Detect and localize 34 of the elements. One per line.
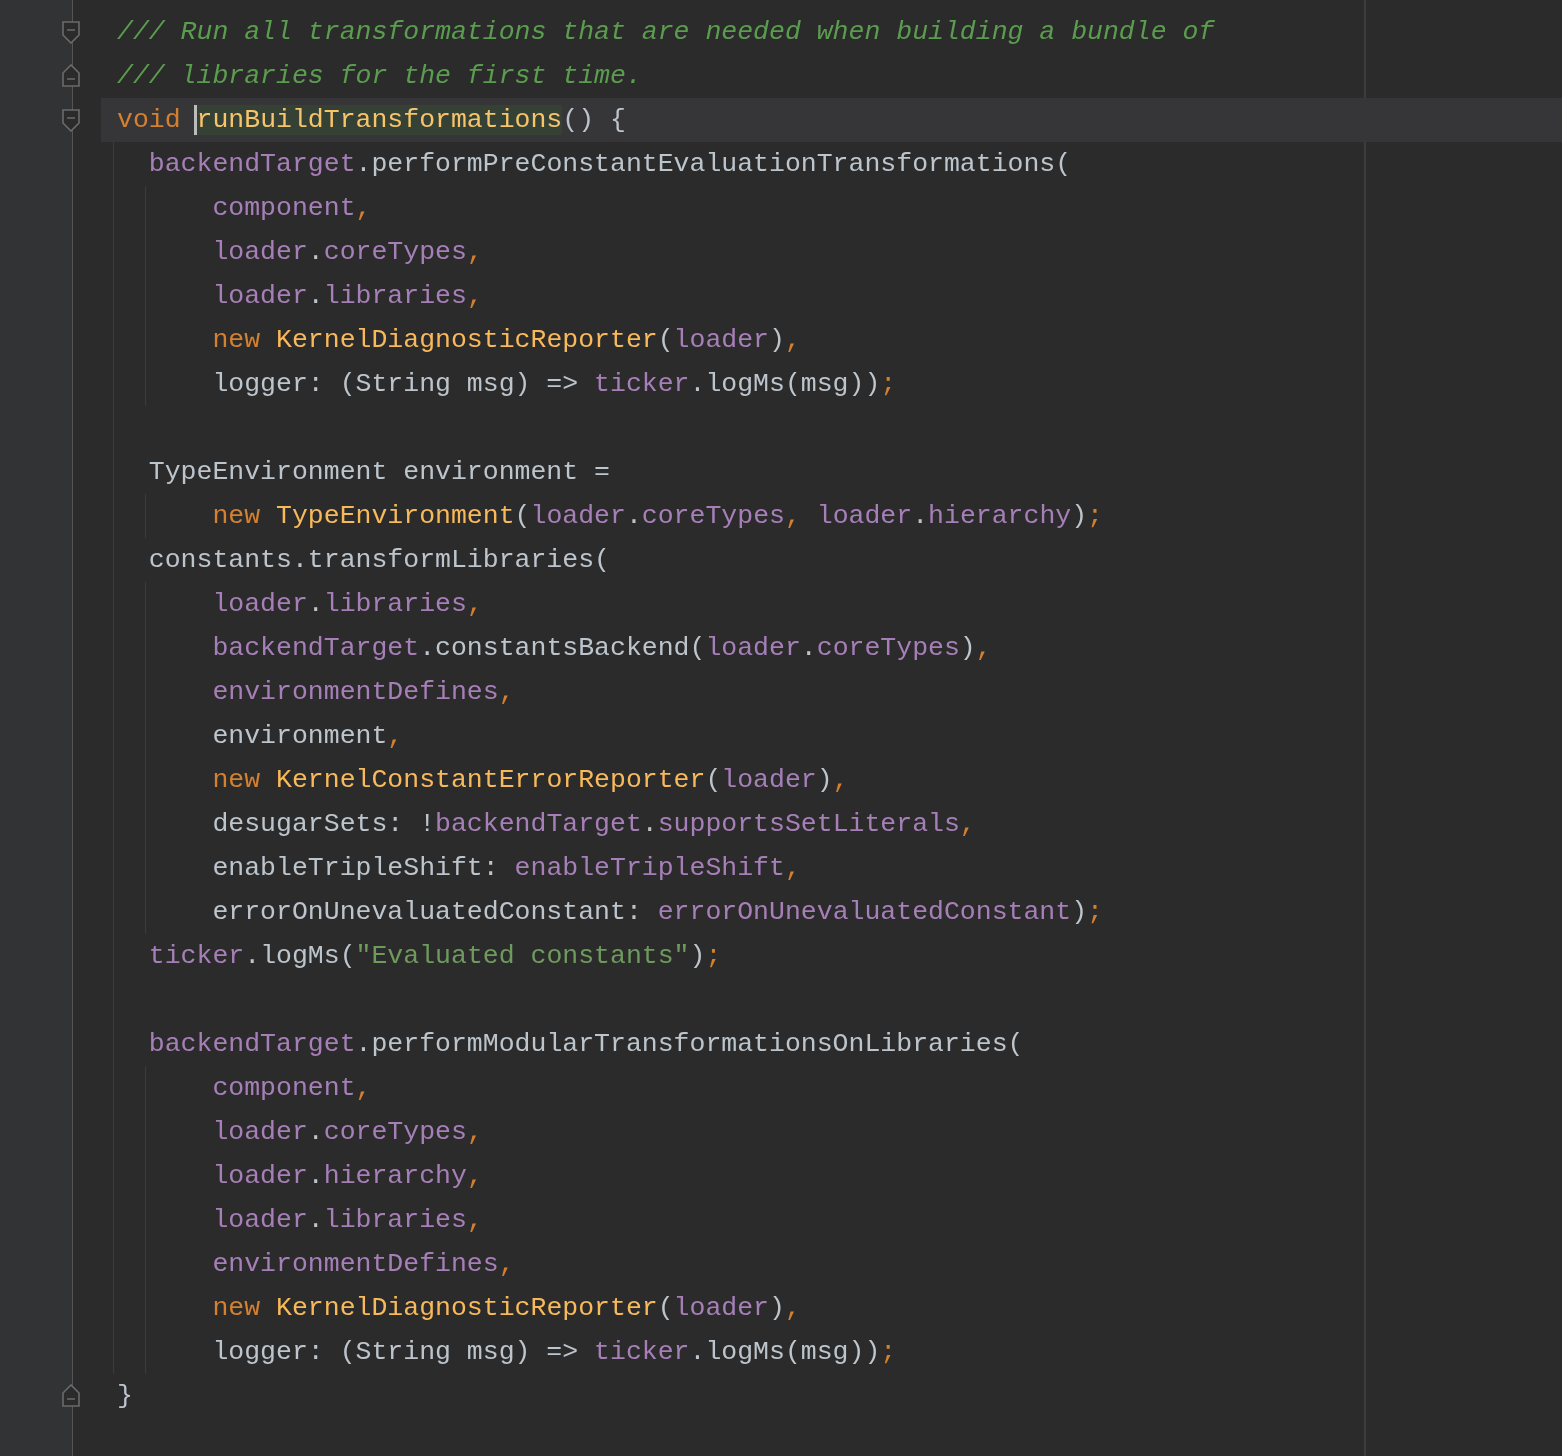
- code-line: enableTripleShift: enableTripleShift,: [211, 852, 801, 885]
- code-line: void runBuildTransformations() {: [117, 104, 626, 137]
- code-line: /// libraries for the first time.: [117, 60, 642, 93]
- code-line: desugarSets: !backendTarget.supportsSetLiterals,: [211, 808, 976, 841]
- code-line: loader.libraries,: [211, 1204, 483, 1237]
- code-line: backendTarget.performPreConstantEvaluationTransformations(: [147, 148, 1072, 181]
- code-line: logger: (String msg) => ticker.logMs(msg));: [211, 368, 897, 401]
- code-line: errorOnUnevaluatedConstant: errorOnUnevaluatedConstant);: [211, 896, 1103, 929]
- code-line: loader.hierarchy,: [211, 1160, 483, 1193]
- code-line: environmentDefines,: [211, 1248, 515, 1281]
- code-line: loader.libraries,: [211, 280, 483, 313]
- code-line: component,: [211, 1072, 372, 1105]
- code-line: TypeEnvironment environment =: [147, 456, 610, 489]
- fold-icon[interactable]: [62, 20, 80, 44]
- code-line: new KernelConstantErrorReporter(loader),: [211, 764, 849, 797]
- code-line: environmentDefines,: [211, 676, 515, 709]
- code-line: new KernelDiagnosticReporter(loader),: [211, 1292, 801, 1325]
- code-line: logger: (String msg) => ticker.logMs(msg));: [211, 1336, 897, 1369]
- code-line: loader.libraries,: [211, 588, 483, 621]
- code-line: constants.transformLibraries(: [147, 544, 610, 577]
- code-line: backendTarget.performModularTransformationsOnLibraries(: [147, 1028, 1024, 1061]
- code-line: environment,: [211, 720, 404, 753]
- fold-icon[interactable]: [62, 108, 80, 132]
- code-line: loader.coreTypes,: [211, 1116, 483, 1149]
- code-line: ticker.logMs("Evaluated constants");: [147, 940, 722, 973]
- code-line: /// Run all transformations that are needed when building a bundle of: [117, 16, 1215, 49]
- code-line: new TypeEnvironment(loader.coreTypes, loader.hierarchy);: [211, 500, 1103, 533]
- fold-end-icon[interactable]: [62, 1384, 80, 1408]
- code-line: loader.coreTypes,: [211, 236, 483, 269]
- code-line: new KernelDiagnosticReporter(loader),: [211, 324, 801, 357]
- code-line: backendTarget.constantsBackend(loader.coreTypes),: [211, 632, 992, 665]
- fold-end-icon[interactable]: [62, 64, 80, 88]
- code-line: component,: [211, 192, 372, 225]
- code-line: }: [117, 1380, 133, 1413]
